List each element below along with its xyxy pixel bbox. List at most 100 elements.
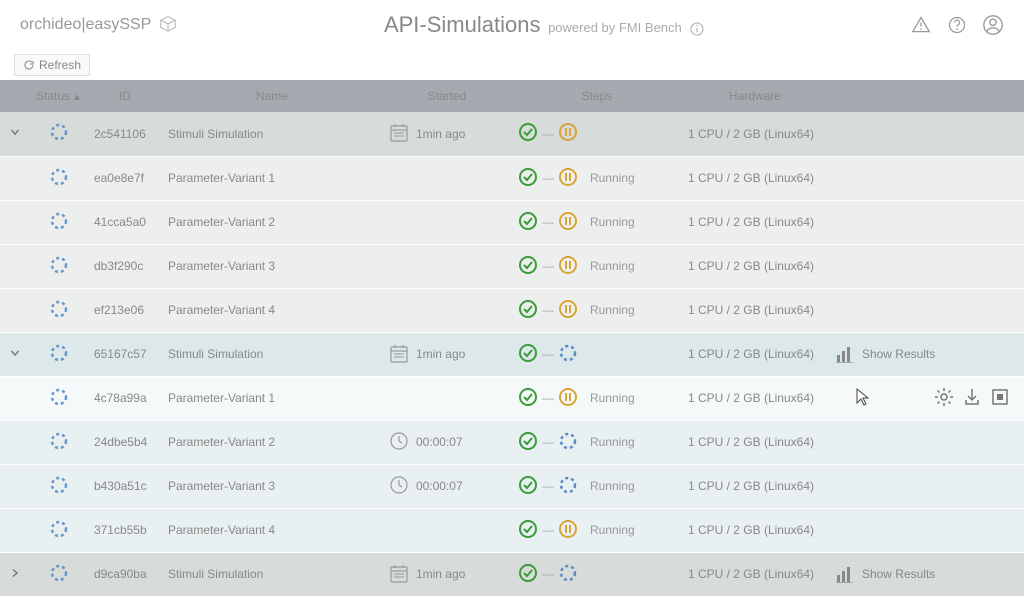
warning-icon[interactable] (910, 14, 932, 36)
chevron-right-icon[interactable] (8, 569, 22, 583)
col-steps[interactable]: Steps (512, 80, 682, 112)
table-row[interactable]: 24dbe5b4 Parameter-Variant 2 00:00:07 — … (0, 420, 1024, 464)
table-row[interactable]: 41cca5a0 Parameter-Variant 2 — Running 1… (0, 200, 1024, 244)
step-label: Running (590, 435, 635, 449)
check-icon (518, 519, 538, 542)
row-hardware: 1 CPU / 2 GB (Linux64) (682, 420, 828, 464)
info-icon[interactable] (689, 21, 705, 37)
show-results-link[interactable]: Show Results (862, 567, 935, 581)
status-spinner-icon (50, 388, 68, 406)
chart-icon[interactable] (834, 343, 854, 366)
pause-icon (558, 167, 578, 190)
pause-icon (558, 122, 578, 145)
table-row[interactable]: 65167c57 Stimuli Simulation 1min ago — 1… (0, 332, 1024, 376)
col-id[interactable]: ID (88, 80, 162, 112)
check-icon (518, 211, 538, 234)
row-hardware: 1 CPU / 2 GB (Linux64) (682, 156, 828, 200)
pause-icon (558, 211, 578, 234)
status-spinner-icon (50, 256, 68, 274)
row-id: d9ca90ba (88, 552, 162, 596)
pause-icon (558, 299, 578, 322)
dash-icon: — (542, 171, 554, 185)
dash-icon: — (542, 127, 554, 141)
chevron-down-icon[interactable] (8, 128, 22, 142)
status-spinner-icon (50, 123, 68, 141)
box-icon (157, 13, 179, 38)
dash-icon: — (542, 435, 554, 449)
dash-icon: — (542, 391, 554, 405)
row-hardware: 1 CPU / 2 GB (Linux64) (682, 552, 828, 596)
spinner-icon (558, 343, 578, 366)
table-row[interactable]: ea0e8e7f Parameter-Variant 1 — Running 1… (0, 156, 1024, 200)
step-label: Running (590, 479, 635, 493)
sort-asc-icon: ▲ (72, 92, 82, 103)
row-id: 4c78a99a (88, 376, 162, 420)
logo-text2: easySSP (86, 16, 152, 34)
table-row[interactable]: d9ca90ba Stimuli Simulation 1min ago — 1… (0, 552, 1024, 596)
help-icon[interactable] (946, 14, 968, 36)
gear-icon[interactable] (934, 387, 954, 410)
table-row[interactable]: db3f290c Parameter-Variant 3 — Running 1… (0, 244, 1024, 288)
dash-icon: — (542, 259, 554, 273)
download-icon[interactable] (962, 387, 982, 410)
dash-icon: — (542, 479, 554, 493)
stop-icon[interactable] (990, 387, 1010, 410)
table-row[interactable]: 4c78a99a Parameter-Variant 1 — Running 1… (0, 376, 1024, 420)
check-icon (518, 387, 538, 410)
table-row[interactable]: 371cb55b Parameter-Variant 4 — Running 1… (0, 508, 1024, 552)
table-row[interactable]: ef213e06 Parameter-Variant 4 — Running 1… (0, 288, 1024, 332)
row-hardware: 1 CPU / 2 GB (Linux64) (682, 200, 828, 244)
show-results-link[interactable]: Show Results (862, 347, 935, 361)
check-icon (518, 475, 538, 498)
status-spinner-icon (50, 476, 68, 494)
toolbar: Refresh (0, 50, 1024, 80)
row-id: 65167c57 (88, 332, 162, 376)
step-label: Running (590, 523, 635, 537)
logo: orchideo | easySSP (20, 13, 179, 38)
chevron-down-icon[interactable] (8, 349, 22, 363)
row-id: ea0e8e7f (88, 156, 162, 200)
row-name: Parameter-Variant 3 (162, 244, 382, 288)
calendar-icon (388, 562, 410, 587)
check-icon (518, 299, 538, 322)
row-hardware: 1 CPU / 2 GB (Linux64) (682, 288, 828, 332)
col-expand (0, 80, 30, 112)
spinner-icon (558, 431, 578, 454)
row-name: Parameter-Variant 4 (162, 288, 382, 332)
step-label: Running (590, 215, 635, 229)
started-text: 1min ago (416, 347, 465, 361)
row-id: 2c541106 (88, 112, 162, 156)
step-label: Running (590, 303, 635, 317)
dash-icon: — (542, 523, 554, 537)
status-spinner-icon (50, 300, 68, 318)
page-title-wrap: API-Simulations powered by FMI Bench (179, 12, 910, 38)
status-spinner-icon (50, 520, 68, 538)
simulations-table: Status▲ ID Name Started Steps Hardware 2… (0, 80, 1024, 597)
pause-icon (558, 387, 578, 410)
col-name[interactable]: Name (162, 80, 382, 112)
table-header: Status▲ ID Name Started Steps Hardware (0, 80, 1024, 112)
row-hardware: 1 CPU / 2 GB (Linux64) (682, 244, 828, 288)
clock-icon (388, 474, 410, 499)
refresh-button[interactable]: Refresh (14, 54, 90, 76)
chart-icon[interactable] (834, 563, 854, 586)
row-name: Parameter-Variant 1 (162, 376, 382, 420)
refresh-label: Refresh (39, 58, 81, 72)
user-icon[interactable] (982, 14, 1004, 36)
col-status[interactable]: Status▲ (30, 80, 88, 112)
col-hardware[interactable]: Hardware (682, 80, 828, 112)
cursor-icon (854, 387, 870, 410)
pause-icon (558, 519, 578, 542)
row-hardware: 1 CPU / 2 GB (Linux64) (682, 112, 828, 156)
table-row[interactable]: b430a51c Parameter-Variant 3 00:00:07 — … (0, 464, 1024, 508)
header-icons (910, 14, 1004, 36)
row-hardware: 1 CPU / 2 GB (Linux64) (682, 376, 828, 420)
dash-icon: — (542, 303, 554, 317)
logo-text1: orchideo (20, 16, 81, 34)
row-name: Stimuli Simulation (162, 552, 382, 596)
check-icon (518, 343, 538, 366)
check-icon (518, 255, 538, 278)
col-started[interactable]: Started (382, 80, 512, 112)
table-row[interactable]: 2c541106 Stimuli Simulation 1min ago — 1… (0, 112, 1024, 156)
row-id: 24dbe5b4 (88, 420, 162, 464)
